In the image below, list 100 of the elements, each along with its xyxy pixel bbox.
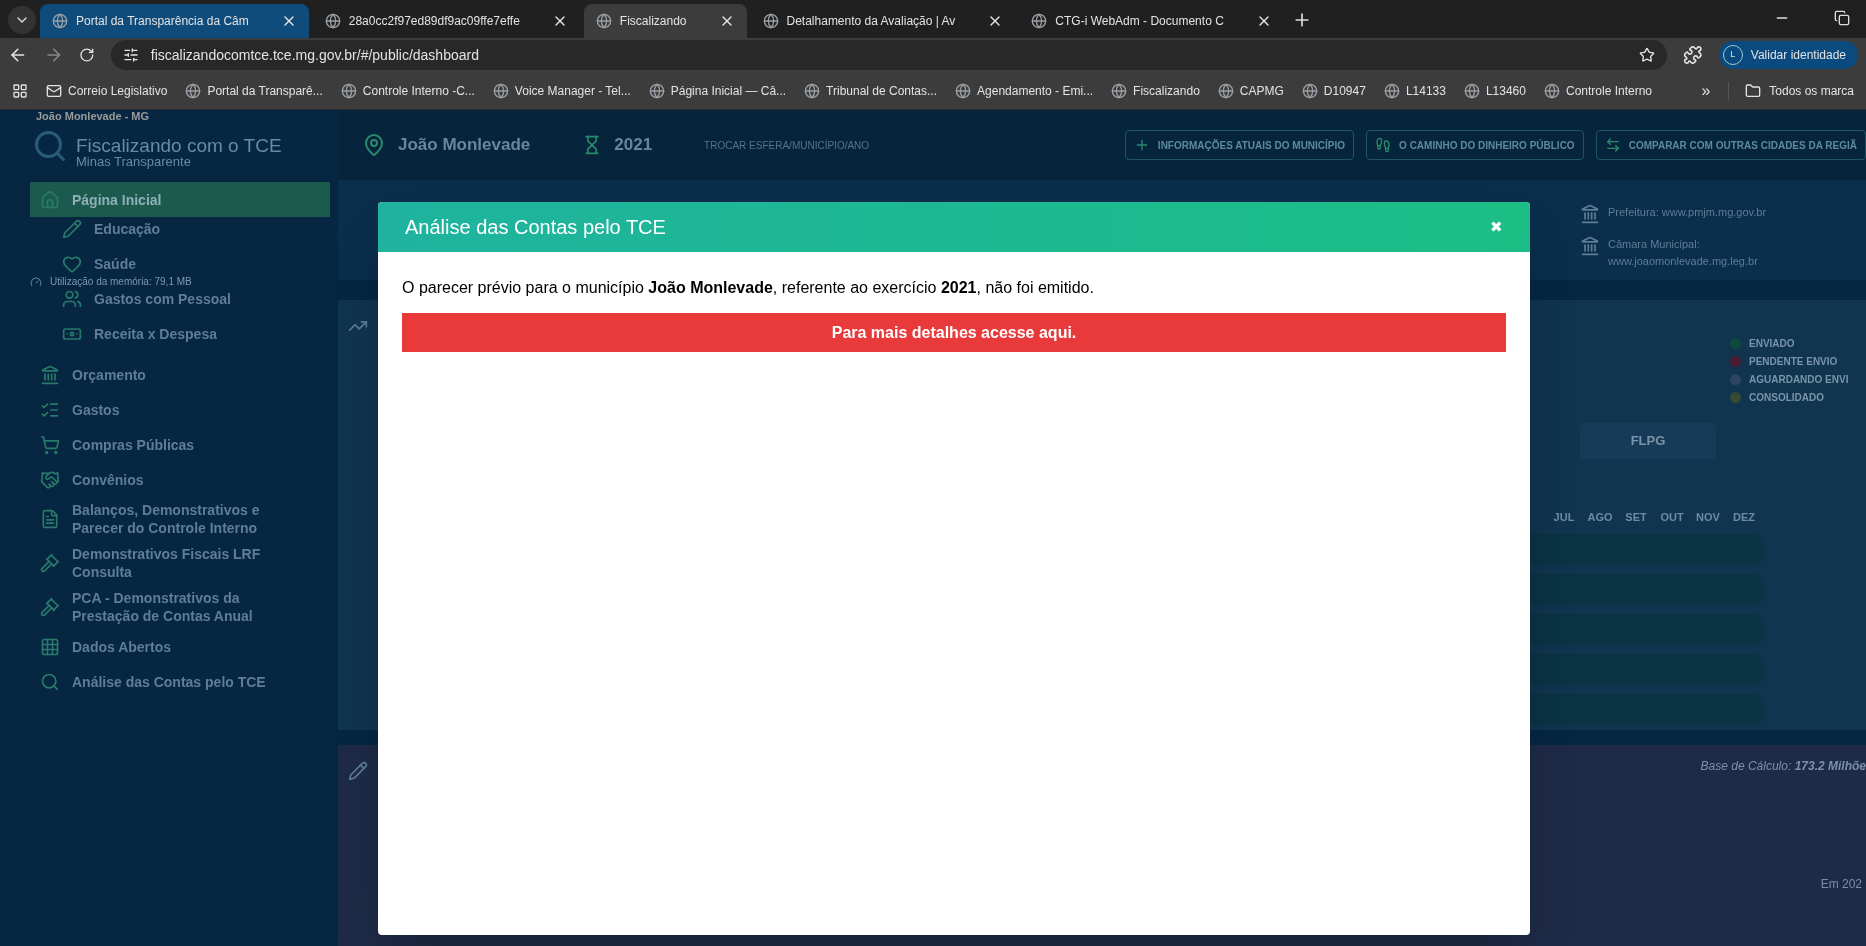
sidebar-item[interactable]: Página Inicial bbox=[30, 182, 330, 217]
bookmark[interactable]: L13460 bbox=[1463, 81, 1526, 100]
tab-title: CTG-i WebAdm - Documento C bbox=[1055, 13, 1225, 30]
report-tab[interactable]: FLPG bbox=[1580, 423, 1716, 459]
bookmark[interactable]: Portal da Transparê... bbox=[185, 81, 323, 100]
year-label: 2021 bbox=[614, 134, 653, 157]
grid-icon bbox=[40, 636, 60, 657]
legend-label: ENVIADO bbox=[1749, 337, 1795, 351]
details-button[interactable]: Para mais detalhes acesse aqui. bbox=[402, 313, 1506, 352]
bookmark-star-icon[interactable] bbox=[1639, 47, 1656, 63]
globe-icon bbox=[762, 13, 779, 29]
reload-icon[interactable] bbox=[79, 47, 95, 63]
pencil-icon bbox=[348, 761, 368, 781]
globe-icon bbox=[324, 13, 341, 29]
bookmark[interactable]: CAPMG bbox=[1217, 81, 1284, 100]
folder-icon bbox=[1745, 82, 1762, 99]
profile-label: Validar identidade bbox=[1750, 47, 1846, 64]
globe-icon bbox=[340, 82, 357, 99]
sidebar-subitem[interactable]: Gastos com Pessoal bbox=[0, 287, 300, 311]
gavel-icon bbox=[40, 597, 60, 617]
sidebar-item[interactable]: Demonstrativos Fiscais LRF Consulta bbox=[0, 541, 310, 585]
bookmark[interactable]: Agendamento - Emi... bbox=[955, 81, 1094, 100]
tab-title: Detalhamento da Avaliação | Av bbox=[786, 13, 957, 30]
logo-subtitle: Minas Transparente bbox=[76, 155, 192, 168]
sidebar-item[interactable]: Convênios bbox=[0, 462, 310, 497]
header-button[interactable]: O CAMINHO DO DINHEIRO PÚBLICO bbox=[1366, 130, 1584, 160]
close-button[interactable]: ✖ bbox=[1490, 215, 1503, 239]
globe-icon bbox=[648, 82, 665, 99]
gauge-icon bbox=[30, 276, 42, 288]
month-label: OUT bbox=[1659, 510, 1685, 525]
bookmark[interactable]: Controle Interno bbox=[1543, 81, 1653, 100]
heart-icon bbox=[62, 254, 82, 274]
calculation-base: Base de Cálculo: 173.2 Milhõe bbox=[1700, 758, 1866, 775]
sidebar-item[interactable]: Dados Abertos bbox=[0, 629, 310, 664]
sidebar-item[interactable]: Orçamento bbox=[0, 357, 310, 392]
sidebar-subitem[interactable]: Saúde bbox=[0, 252, 300, 276]
hover-card-subtitle: João Monlevade - MG bbox=[36, 111, 150, 122]
sidebar-subitem[interactable]: Receita x Despesa bbox=[0, 322, 300, 346]
globe-icon bbox=[1301, 82, 1318, 99]
tab-list-button[interactable] bbox=[8, 6, 36, 34]
bookmark[interactable]: Correio Legislativo bbox=[46, 81, 168, 100]
sidebar-item[interactable]: PCA - Demonstrativos da Prestação de Contas Anual bbox=[0, 585, 310, 629]
restore-icon[interactable] bbox=[1834, 10, 1850, 26]
header-button[interactable]: INFORMAÇÕES ATUAIS DO MUNICÍPIO bbox=[1124, 130, 1355, 160]
sidebar-item[interactable]: Compras Públicas bbox=[0, 427, 310, 462]
chamber-link[interactable]: Câmara Municipal: www.joaomonlevade.mg.leg.br bbox=[1608, 236, 1838, 269]
bookmark[interactable]: Controle Interno -C... bbox=[340, 81, 475, 100]
gavel-icon bbox=[40, 553, 60, 573]
bookmark[interactable]: D10947 bbox=[1301, 81, 1366, 100]
month-label: AGO bbox=[1586, 510, 1614, 525]
pencil-icon bbox=[62, 219, 82, 239]
cart-icon bbox=[40, 434, 60, 455]
globe-icon bbox=[1463, 82, 1480, 99]
sidebar-subitem[interactable]: Educação bbox=[0, 217, 300, 241]
apps-icon[interactable] bbox=[12, 82, 28, 99]
mail-icon bbox=[46, 82, 62, 99]
site-info-icon[interactable] bbox=[122, 47, 139, 63]
month-label: DEZ bbox=[1732, 510, 1756, 525]
tab-title: Fiscalizando bbox=[619, 13, 688, 30]
location-pin-icon bbox=[362, 133, 386, 157]
globe-icon bbox=[1217, 82, 1234, 99]
globe-icon bbox=[1111, 82, 1128, 99]
handshake-icon bbox=[40, 469, 60, 490]
globe-icon bbox=[804, 82, 821, 99]
footprints-icon bbox=[1375, 137, 1392, 153]
home-icon bbox=[40, 189, 60, 210]
bookmark[interactable]: Fiscalizando bbox=[1111, 81, 1200, 100]
browser-tab[interactable]: Fiscalizando bbox=[583, 4, 747, 38]
tab-title: Portal da Transparência da Câm bbox=[76, 13, 250, 30]
legend-label: CONSOLIDADO bbox=[1749, 391, 1824, 405]
browser-tab[interactable]: Portal da Transparência da Câm bbox=[40, 4, 309, 38]
bank-icon bbox=[40, 364, 60, 385]
bookmark[interactable]: L14133 bbox=[1383, 81, 1446, 100]
month-label: JUL bbox=[1552, 510, 1576, 525]
globe-icon bbox=[1383, 82, 1400, 99]
sidebar-item[interactable]: Balanços, Demonstrativos e Parecer do Controle Interno bbox=[0, 497, 310, 541]
document-icon bbox=[40, 509, 60, 529]
address-bar[interactable]: fiscalizandocomtce.tce.mg.gov.br/#/public/dashboard bbox=[110, 40, 1668, 70]
people-icon bbox=[62, 289, 82, 309]
sidebar-item[interactable]: Análise das Contas pelo TCE bbox=[0, 664, 310, 699]
more-bookmarks-button[interactable]: » bbox=[1701, 78, 1711, 103]
municipality-name: João Monlevade bbox=[398, 134, 531, 157]
all-bookmarks-folder[interactable]: Todos os marca bbox=[1728, 81, 1854, 100]
month-label: NOV bbox=[1695, 510, 1721, 525]
memory-usage: Utilização da memória: 79,1 MB bbox=[50, 277, 192, 287]
sidebar-item[interactable]: Gastos bbox=[0, 392, 310, 427]
change-link[interactable]: TROCAR ESFERA/MUNICÍPIO/ANO bbox=[704, 137, 870, 153]
header-button[interactable]: COMPARAR COM OUTRAS CIDADES DA REGIÃ bbox=[1595, 130, 1866, 160]
city-hall-link[interactable]: Prefeitura: www.pmjm.mg.gov.br bbox=[1608, 204, 1767, 221]
year-note: Em 202 bbox=[1820, 876, 1862, 893]
globe-icon bbox=[1543, 82, 1560, 99]
bank-icon bbox=[1580, 236, 1600, 256]
globe-icon bbox=[595, 13, 612, 29]
profile-button[interactable]: L Validar identidade bbox=[1718, 41, 1858, 69]
search-icon bbox=[40, 671, 60, 692]
bookmark[interactable]: Voice Manager - Tel... bbox=[492, 81, 631, 100]
bookmark[interactable]: Página Inicial — Câ... bbox=[648, 81, 787, 100]
extensions-icon[interactable] bbox=[1683, 45, 1703, 65]
month-label: SET bbox=[1624, 510, 1648, 525]
bookmark[interactable]: Tribunal de Contas... bbox=[804, 81, 938, 100]
